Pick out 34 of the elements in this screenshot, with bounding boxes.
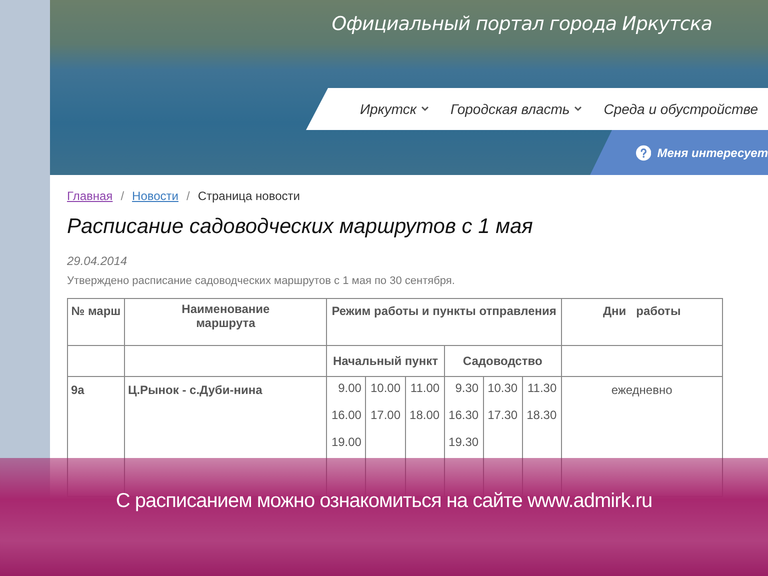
table-header-cell: Дни работы: [561, 298, 722, 345]
time-text: 11.30: [526, 380, 557, 396]
interest-button[interactable]: Меня интересует: [590, 130, 768, 175]
time-text: 10.00: [370, 380, 401, 396]
table-header-cell: Садоводство: [444, 345, 562, 376]
article-title: Расписание садоводческих маршрутов с 1 мая: [67, 214, 534, 240]
article-date: 29.04.2014: [67, 253, 128, 270]
time-text: 17.30: [488, 408, 518, 422]
time-text: 17.00: [370, 408, 401, 422]
table-header-cell: Режим работы и пункты отправления: [326, 298, 562, 345]
breadcrumb-separator: /: [120, 188, 124, 205]
time-text: 16.30: [448, 408, 479, 422]
time-text: 19.00: [331, 434, 362, 450]
breadcrumb-separator: /: [186, 188, 190, 205]
time-text: 11.00: [410, 380, 440, 396]
help-icon: [636, 144, 652, 160]
time-text: 18.00: [410, 408, 440, 422]
time-text: 9.00: [337, 380, 362, 396]
breadcrumb-link[interactable]: Новости: [132, 187, 178, 205]
time-text: 19.30: [448, 434, 479, 450]
table-header-cell: № марш: [68, 298, 124, 345]
breadcrumb-link[interactable]: Главная: [67, 187, 113, 205]
nav-link[interactable]: Городская власть: [450, 98, 582, 120]
article-lead: Утверждено расписание садоводческих маршрутов с 1 мая по 30 сентября.: [67, 274, 456, 289]
nav-link[interactable]: Иркутск: [360, 98, 429, 120]
nav-link[interactable]: Среда и обустройстве: [604, 98, 758, 120]
time-text: 16.00: [331, 408, 362, 422]
time-text: 10.30: [488, 380, 518, 396]
portal-title: Официальный портал города Иркутска: [332, 12, 712, 37]
table-header-cell: Наименование маршрута: [124, 298, 327, 345]
breadcrumb-current: Страница новости: [198, 188, 300, 205]
table-header-cell: Начальный пункт: [326, 345, 444, 376]
time-text: 9.30: [454, 380, 479, 396]
time-text: 18.30: [526, 408, 557, 422]
